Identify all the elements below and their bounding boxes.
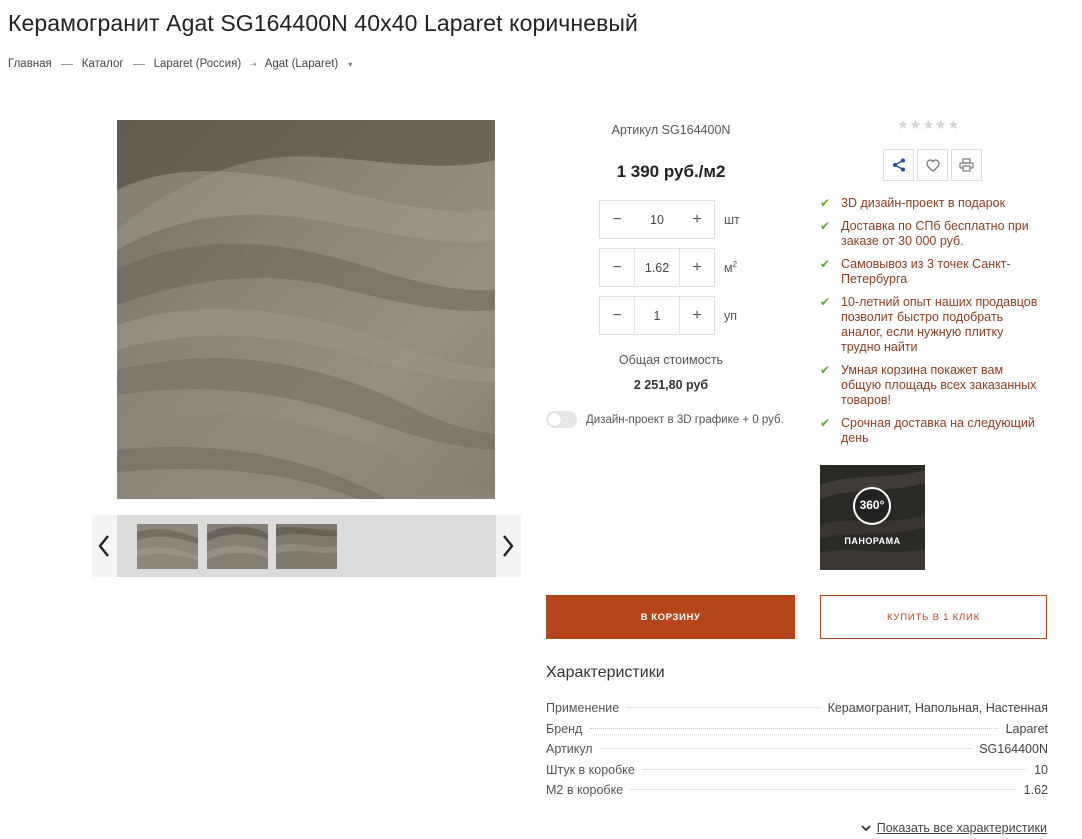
- chevron-right-icon[interactable]: [498, 530, 518, 562]
- benefit-item: ✔ Доставка по СПб бесплатно при заказе от…: [820, 219, 1029, 248]
- panorama-360-button[interactable]: 360° ПАНОРАМА: [820, 465, 925, 570]
- chevron-left-icon[interactable]: [94, 530, 114, 562]
- spec-key: Артикул: [546, 742, 593, 757]
- quantity-area-row: − 1.62 + м2: [599, 248, 779, 287]
- check-icon: ✔: [820, 219, 831, 233]
- thumbnail-track: [117, 515, 496, 577]
- stone-texture-image: [117, 120, 495, 499]
- unit-label: шт: [724, 212, 740, 227]
- benefit-item: ✔ Умная корзина покажет вам общую площадь…: [820, 363, 1037, 407]
- share-icon: [892, 158, 905, 172]
- breadcrumb-separator: [132, 63, 145, 65]
- benefit-item: ✔ 10-летний опыт наших продавцов позволит…: [820, 295, 1038, 354]
- product-sku: Артикул SG164400N: [611, 123, 731, 137]
- unit-label: уп: [724, 308, 738, 323]
- show-all-specs-link[interactable]: Показать все характеристики: [861, 821, 1047, 835]
- specs-table: Применение Керамогранит, Напольная, Наст…: [546, 701, 1048, 804]
- chevron-down-icon: [861, 824, 871, 831]
- spec-value: SG164400N: [979, 742, 1048, 757]
- star-icon[interactable]: ★: [897, 118, 909, 131]
- breadcrumb-home[interactable]: Главная: [8, 58, 52, 70]
- panorama-360-icon: 360°: [853, 487, 891, 525]
- thumbnail[interactable]: [276, 524, 337, 569]
- benefits-list: ✔ 3D дизайн-проект в подарок ✔ Доставка по…: [820, 196, 1045, 454]
- spec-value: 10: [1034, 762, 1048, 777]
- check-icon: ✔: [820, 416, 831, 430]
- total-cost-label: Общая стоимость: [618, 353, 724, 367]
- spec-leader: [600, 748, 972, 750]
- page-title: Керамогранит Agat SG164400N 40x40 Lapare…: [8, 10, 638, 36]
- quantity-area-input[interactable]: 1.62: [634, 249, 680, 286]
- quantity-packs-row: − 1 + уп: [599, 296, 779, 335]
- star-icon[interactable]: ★: [922, 118, 934, 131]
- spec-row: Применение Керамогранит, Напольная, Наст…: [546, 701, 1048, 722]
- rating-stars[interactable]: ★ ★ ★ ★ ★: [897, 118, 959, 131]
- plus-icon[interactable]: +: [680, 249, 714, 286]
- thumbnail[interactable]: [207, 524, 268, 569]
- quantity-packs-stepper: − 1 +: [599, 296, 715, 335]
- breadcrumb-brand[interactable]: Laparet (Россия): [154, 58, 242, 70]
- spec-leader: [642, 768, 1027, 770]
- breadcrumb: Главная Каталог Laparet (Россия) ➝ Agat …: [8, 58, 352, 70]
- spec-leader: [631, 789, 1016, 791]
- breadcrumb-collection[interactable]: Agat (Laparet): [265, 58, 339, 70]
- plus-icon[interactable]: +: [680, 297, 714, 334]
- quantity-area-stepper: − 1.62 +: [599, 248, 715, 287]
- product-price: 1 390 руб./м2: [616, 162, 726, 181]
- minus-icon[interactable]: −: [600, 249, 634, 286]
- print-icon: [959, 158, 974, 172]
- add-to-cart-button[interactable]: В КОРЗИНУ: [546, 595, 795, 639]
- print-button[interactable]: [951, 149, 982, 181]
- star-icon[interactable]: ★: [935, 118, 947, 131]
- breadcrumb-dropdown-icon[interactable]: ▾: [348, 60, 352, 69]
- star-icon[interactable]: ★: [910, 118, 922, 131]
- spec-row: Артикул SG164400N: [546, 742, 1048, 763]
- total-cost-value: 2 251,80 руб: [633, 378, 709, 392]
- thumbnail[interactable]: [137, 524, 198, 569]
- spec-row: М2 в коробке 1.62: [546, 783, 1048, 804]
- quantity-packs-input[interactable]: 1: [634, 297, 680, 334]
- breadcrumb-catalog[interactable]: Каталог: [82, 58, 124, 70]
- spec-row: Бренд Laparet: [546, 722, 1048, 743]
- minus-icon[interactable]: −: [600, 297, 634, 334]
- thumbnail-carousel: [92, 515, 521, 577]
- spec-value: 1.62: [1023, 783, 1048, 798]
- spec-row: Штук в коробке 10: [546, 763, 1048, 784]
- quantity-pieces-row: − 10 + шт: [599, 200, 779, 239]
- minus-icon[interactable]: −: [600, 201, 634, 238]
- plus-icon[interactable]: +: [680, 201, 714, 238]
- specs-title: Характеристики: [546, 664, 665, 681]
- benefit-item: ✔ 3D дизайн-проект в подарок: [820, 196, 1006, 210]
- breadcrumb-separator: [60, 63, 73, 65]
- unit-label: м2: [724, 259, 738, 276]
- spec-value: Керамогранит, Напольная, Настенная: [827, 701, 1048, 715]
- spec-key: Штук в коробке: [546, 762, 635, 777]
- check-icon: ✔: [820, 196, 831, 210]
- spec-leader: [590, 727, 998, 729]
- breadcrumb-arrow-icon: ➝: [249, 58, 257, 69]
- check-icon: ✔: [820, 363, 831, 377]
- panorama-label: ПАНОРАМА: [844, 536, 901, 546]
- heart-icon: [925, 158, 940, 172]
- quantity-pieces-input[interactable]: 10: [634, 201, 680, 238]
- favorite-button[interactable]: [917, 149, 948, 181]
- check-icon: ✔: [820, 295, 831, 309]
- design-project-label: Дизайн-проект в 3D графике + 0 руб.: [586, 413, 784, 426]
- share-button[interactable]: [883, 149, 914, 181]
- spec-key: Бренд: [546, 721, 583, 736]
- spec-leader: [627, 707, 820, 708]
- benefit-item: ✔ Самовывоз из 3 точек Санкт-Петербурга: [820, 257, 1011, 286]
- spec-key: М2 в коробке: [546, 783, 624, 798]
- spec-key: Применение: [546, 701, 620, 715]
- product-actions: [883, 149, 985, 181]
- benefit-item: ✔ Срочная доставка на следующий день: [820, 416, 1035, 445]
- product-main-image[interactable]: [117, 120, 495, 499]
- star-icon[interactable]: ★: [948, 118, 960, 131]
- quantity-pieces-stepper: − 10 +: [599, 200, 715, 239]
- check-icon: ✔: [820, 257, 831, 271]
- spec-value: Laparet: [1005, 721, 1048, 736]
- buy-one-click-button[interactable]: КУПИТЬ В 1 КЛИК: [820, 595, 1047, 639]
- design-project-toggle[interactable]: [546, 411, 577, 428]
- design-project-toggle-row: Дизайн-проект в 3D графике + 0 руб.: [546, 411, 784, 428]
